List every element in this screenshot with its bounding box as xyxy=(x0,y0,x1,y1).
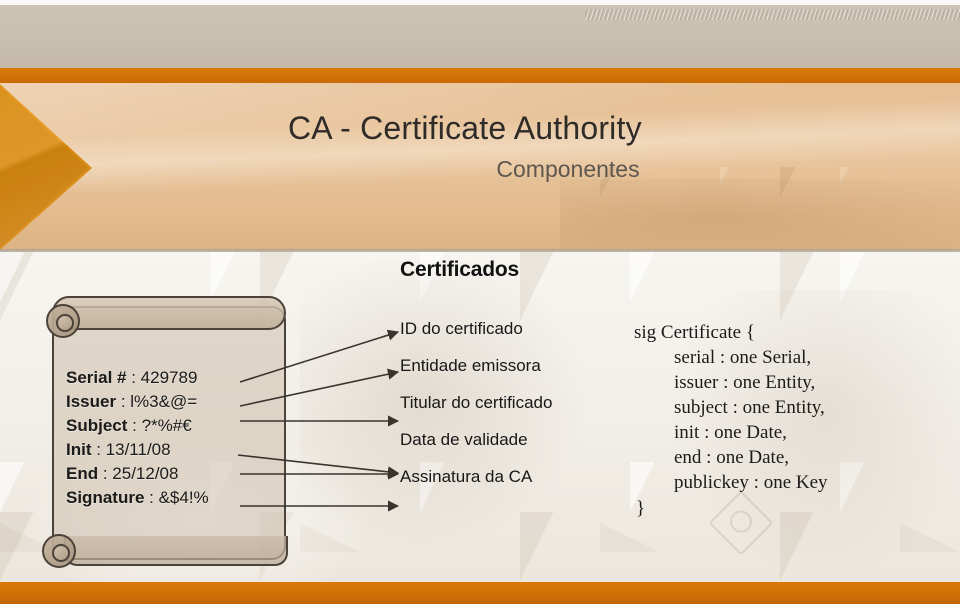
field-key: End xyxy=(66,464,99,483)
field-value: ?*%#€ xyxy=(141,416,192,435)
field-value: &$4!% xyxy=(158,488,209,507)
code-line-close: } xyxy=(636,498,646,519)
field-key: Signature xyxy=(66,488,145,507)
list-item: Data de validade xyxy=(400,430,528,449)
field-separator: : xyxy=(116,392,131,411)
components-list: ID do certificado Entidade emissora Titu… xyxy=(400,318,630,503)
field-separator: : xyxy=(126,368,141,387)
diagonal-hatch-pattern xyxy=(585,9,960,20)
code-line: issuer : one Entity, xyxy=(674,372,816,393)
field-value: 13/11/08 xyxy=(105,440,171,459)
certificate-field-list: Serial # : 429789 Issuer : l%3&@= Subjec… xyxy=(66,366,296,510)
section-heading: Certificados xyxy=(400,258,519,281)
field-value: l%3&@= xyxy=(130,392,198,411)
certificate-field-row: Issuer : l%3&@= xyxy=(66,390,296,414)
list-item: Entidade emissora xyxy=(400,356,541,375)
page-subtitle: Componentes xyxy=(496,156,640,182)
certificate-field-row: Serial # : 429789 xyxy=(66,366,296,390)
scroll-curl-top-inner xyxy=(56,314,74,332)
field-value: 25/12/08 xyxy=(112,464,179,483)
page-title: CA - Certificate Authority xyxy=(288,110,642,146)
code-line: init : one Date, xyxy=(674,422,787,443)
certificate-field-row: Init : 13/11/08 xyxy=(66,438,296,462)
field-separator: : xyxy=(127,416,142,435)
code-line: publickey : one Key xyxy=(674,472,828,493)
accent-bar-bottom xyxy=(0,582,960,604)
scroll-top-roll xyxy=(52,296,286,330)
code-line: subject : one Entity, xyxy=(674,397,825,418)
field-separator: : xyxy=(98,464,113,483)
code-line: serial : one Serial, xyxy=(674,347,812,368)
code-line-open: sig Certificate { xyxy=(634,322,755,343)
scroll-bottom-roll xyxy=(64,536,288,566)
field-key: Issuer xyxy=(66,392,117,411)
list-item: Titular do certificado xyxy=(400,393,553,412)
certificate-field-row: Signature : &$4!% xyxy=(66,486,296,510)
field-value: 429789 xyxy=(140,368,198,387)
chevron-right-icon xyxy=(0,84,92,250)
scroll-curl-bottom-icon xyxy=(42,534,76,568)
list-item: ID do certificado xyxy=(400,319,523,338)
field-separator: : xyxy=(91,440,106,459)
field-separator: : xyxy=(144,488,159,507)
scroll-curl-top-icon xyxy=(46,304,80,338)
field-key: Init xyxy=(66,440,92,459)
list-item: Assinatura da CA xyxy=(400,467,533,486)
certificate-field-row: Subject : ?*%#€ xyxy=(66,414,296,438)
field-key: Subject xyxy=(66,416,128,435)
accent-bar-top xyxy=(0,68,960,83)
alloy-signature-block: sig Certificate { serial : one Serial, i… xyxy=(634,320,954,521)
certificate-field-row: End : 25/12/08 xyxy=(66,462,296,486)
slide-canvas: CA - Certificate Authority Componentes S… xyxy=(0,0,960,604)
scroll-curl-bottom-inner xyxy=(52,544,70,562)
code-line: end : one Date, xyxy=(674,447,790,468)
field-key: Serial # xyxy=(66,368,127,387)
